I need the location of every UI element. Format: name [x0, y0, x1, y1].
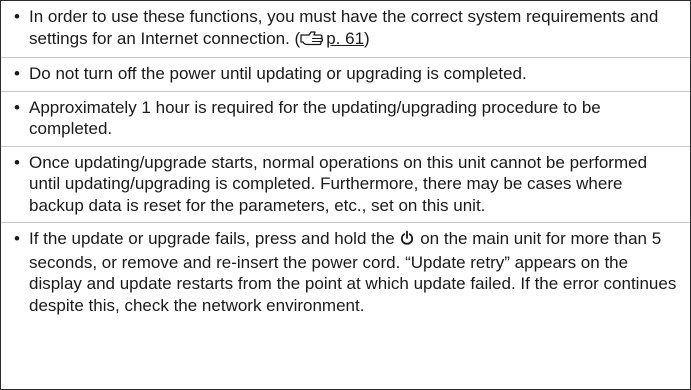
page-reference-link[interactable]: p. 61 [300, 29, 364, 48]
notice-item-update-failure: • If the update or upgrade fails, press … [1, 222, 690, 322]
open-paren: ( [289, 28, 301, 48]
pointing-hand-icon [300, 30, 324, 52]
notice-item-power-warning: • Do not turn off the power until updati… [1, 57, 690, 91]
bullet-icon: • [14, 7, 20, 26]
bullet-icon: • [14, 64, 20, 83]
power-icon [400, 230, 414, 252]
bullet-icon: • [14, 229, 20, 248]
bullet-icon: • [14, 152, 20, 172]
notice-text: Approximately 1 hour is required for the… [29, 97, 601, 139]
notice-text: Once updating/upgrade starts, normal ope… [29, 152, 648, 215]
notice-item-duration: • Approximately 1 hour is required for t… [1, 90, 690, 146]
notice-text-before-icon: If the update or upgrade fails, press an… [29, 229, 395, 248]
bullet-icon: • [14, 97, 20, 117]
notice-box: • In order to use these functions, you m… [0, 0, 691, 390]
notice-text: Do not turn off the power until updating… [29, 64, 527, 83]
close-paren: ) [364, 28, 370, 48]
notice-item-system-requirements: • In order to use these functions, you m… [1, 1, 690, 57]
notice-item-operations-blocked: • Once updating/upgrade starts, normal o… [1, 145, 690, 223]
page-reference: p. 61 [326, 28, 365, 48]
